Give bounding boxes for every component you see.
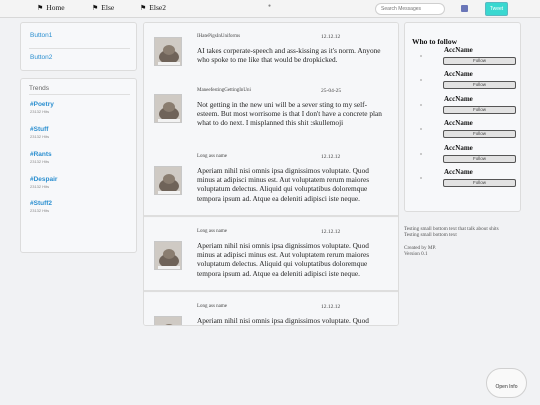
post-author[interactable]: ManeefestingGettingInUni xyxy=(197,88,251,93)
avatar[interactable] xyxy=(154,37,182,66)
post-text: Aperiam nihil nisi omnis ipsa dignissimo… xyxy=(197,166,370,203)
trend-count: 23132 Hits xyxy=(30,159,50,164)
follow-account-name[interactable]: AccName xyxy=(444,168,473,176)
home-icon: ⚑ xyxy=(92,3,99,12)
follow-button[interactable]: Follow xyxy=(443,155,516,163)
divider xyxy=(29,94,130,95)
home-icon: ⚑ xyxy=(37,3,44,12)
button1-link[interactable]: Button1 xyxy=(30,32,52,39)
follow-button[interactable]: Follow xyxy=(443,106,516,114)
follow-account-name[interactable]: AccName xyxy=(444,95,473,103)
post-text: Not getting in the new uni will be a sev… xyxy=(197,100,382,128)
notification-icon[interactable] xyxy=(461,5,468,12)
nav-indicator-icon: ● xyxy=(268,4,272,9)
avatar-icon xyxy=(420,104,422,106)
nav-home-label: Home xyxy=(46,3,65,12)
footer-info: Testing small bottom text that talk abou… xyxy=(404,226,522,257)
trend-count: 23132 Hits xyxy=(30,109,50,114)
nav-home[interactable]: ⚑ Home xyxy=(37,3,65,12)
tweet-button[interactable]: Tweet xyxy=(485,2,508,16)
trend-item[interactable]: #Poetry 23132 Hits xyxy=(30,101,54,114)
nav-else-label: Else xyxy=(101,3,115,12)
post: Long ass name 12.12.12 Aperiam nihil nis… xyxy=(144,143,398,217)
search-input[interactable] xyxy=(375,3,445,15)
post-date: 25-04-25 xyxy=(321,88,342,94)
follow-item: AccName Follow xyxy=(405,95,522,119)
button2-link[interactable]: Button2 xyxy=(30,54,52,61)
avatar[interactable] xyxy=(154,241,182,270)
nav-else2-label: Else2 xyxy=(149,3,166,12)
trend-item[interactable]: #Stuff2 23132 Hits xyxy=(30,200,52,213)
follow-account-name[interactable]: AccName xyxy=(444,70,473,78)
follow-account-name[interactable]: AccName xyxy=(444,46,473,54)
top-navbar: ⚑ Home ⚑ Else ⚑ Else2 ● Tweet xyxy=(0,0,540,18)
post-text: AI takes corperate-speech and ass-kissin… xyxy=(197,46,381,65)
divider xyxy=(29,48,130,49)
nav-else2[interactable]: ⚑ Else2 xyxy=(140,3,166,12)
footer-version: Version 0.1 xyxy=(404,250,428,257)
post-date: 12.12.12 xyxy=(321,154,341,160)
trend-tag[interactable]: #Stuff xyxy=(30,126,49,134)
avatar[interactable] xyxy=(154,316,182,325)
post-text: Aperiam nihil nisi omnis ipsa dignissimo… xyxy=(197,241,370,278)
post: Long ass name 12.12.12 Aperiam nihil nis… xyxy=(144,218,398,292)
trend-item[interactable]: #Despair 23132 Hits xyxy=(30,176,57,189)
post: Long ass name 12.12.12 Aperiam nihil nis… xyxy=(144,293,398,325)
avatar-icon xyxy=(420,153,422,155)
open-info-button[interactable]: Open Info xyxy=(486,368,527,398)
post-date: 12.12.12 xyxy=(321,229,341,235)
follow-item: AccName Follow xyxy=(405,168,522,192)
trend-count: 23132 Hits xyxy=(30,184,50,189)
trend-item[interactable]: #Stuff 23132 Hits xyxy=(30,126,49,139)
post-date: 12.12.12 xyxy=(321,34,341,40)
post-author[interactable]: IHatePigsInUniforms xyxy=(197,34,240,39)
post-text: Aperiam nihil nisi omnis ipsa dignissimo… xyxy=(197,316,369,325)
follow-item: AccName Follow xyxy=(405,46,522,70)
follow-account-name[interactable]: AccName xyxy=(444,144,473,152)
avatar-icon xyxy=(420,55,422,57)
trends-title: Trends xyxy=(29,85,49,92)
post-author[interactable]: Long ass name xyxy=(197,304,227,309)
avatar[interactable] xyxy=(154,166,182,195)
avatar-icon xyxy=(420,177,422,179)
trend-tag[interactable]: #Stuff2 xyxy=(30,200,52,208)
follow-button[interactable]: Follow xyxy=(443,57,516,65)
follow-button[interactable]: Follow xyxy=(443,130,516,138)
trend-tag[interactable]: #Despair xyxy=(30,176,57,184)
avatar-icon xyxy=(420,79,422,81)
follow-item: AccName Follow xyxy=(405,119,522,143)
follow-account-name[interactable]: AccName xyxy=(444,119,473,127)
trend-tag[interactable]: #Rants xyxy=(30,151,52,159)
avatar[interactable] xyxy=(154,94,182,123)
trend-tag[interactable]: #Poetry xyxy=(30,101,54,109)
trend-count: 23132 Hits xyxy=(30,208,50,213)
trends-panel: Trends #Poetry 23132 Hits #Stuff 23132 H… xyxy=(20,78,137,253)
follow-item: AccName Follow xyxy=(405,70,522,94)
trend-item[interactable]: #Rants 23132 Hits xyxy=(30,151,52,164)
nav-else[interactable]: ⚑ Else xyxy=(92,3,114,12)
message-feed[interactable]: IHatePigsInUniforms 12.12.12 AI takes co… xyxy=(143,22,399,326)
avatar-icon xyxy=(420,128,422,130)
follow-title: Who to follow xyxy=(412,37,457,46)
follow-button[interactable]: Follow xyxy=(443,179,516,187)
post-author[interactable]: Long ass name xyxy=(197,154,227,159)
who-to-follow-panel: Who to follow AccName Follow AccName Fol… xyxy=(404,22,521,212)
follow-button[interactable]: Follow xyxy=(443,81,516,89)
post-date: 12.12.12 xyxy=(321,304,341,310)
menu-panel: Button1 Button2 xyxy=(20,22,137,71)
follow-item: AccName Follow xyxy=(405,144,522,168)
trend-count: 23132 Hits xyxy=(30,134,50,139)
post: ManeefestingGettingInUni 25-04-25 Not ge… xyxy=(144,72,398,146)
post-author[interactable]: Long ass name xyxy=(197,229,227,234)
home-icon: ⚑ xyxy=(140,3,147,12)
